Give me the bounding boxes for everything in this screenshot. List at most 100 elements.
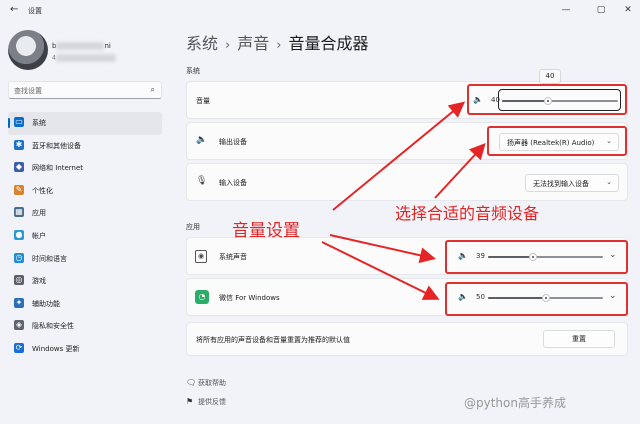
sidebar-item-label: 应用	[32, 209, 46, 218]
account-icon: ●	[14, 229, 24, 240]
microphone-icon: 🎙	[196, 176, 208, 186]
sidebar-item-label: 网络和 Internet	[32, 164, 84, 173]
search-icon[interactable]: ⌕	[151, 85, 155, 95]
sidebar-item-label: 系统	[32, 119, 46, 127]
annotation-select-device: 选择合适的音频设备	[395, 204, 540, 223]
volume-icon[interactable]: 🔈	[458, 251, 468, 260]
sidebar-item-label: 时间和语言	[32, 254, 67, 263]
reset-card: 将所有应用的声音设备和音量重置为推荐的默认值 重置	[186, 322, 628, 356]
sidebar-item[interactable]: ✎ 个性化	[8, 180, 162, 203]
system-section-label: 系统	[186, 67, 200, 75]
app-volume-card-wechat: ◔ 微信 For Windows 🔈 50 ⌄	[186, 278, 628, 316]
watermark: @python高手养成	[464, 396, 566, 410]
sidebar-item[interactable]: ◎ 游戏	[8, 270, 162, 293]
sidebar-item[interactable]: ◆ 网络和 Internet	[8, 157, 162, 180]
windows-update-icon: ⟳	[14, 342, 24, 353]
title-bar: ← 设置 — ▢ ✕	[0, 0, 640, 20]
chevron-down-icon: ⌄	[606, 137, 612, 145]
breadcrumb-separator: ›	[276, 38, 282, 53]
breadcrumb-separator: ›	[225, 38, 231, 53]
app-name: 系统声音	[219, 253, 247, 261]
system-icon: ▭	[14, 117, 24, 127]
app-volume-card-system-sounds: ◉ 系统声音 🔈 39 ⌄	[186, 237, 628, 275]
feedback-icon: ⚑	[186, 397, 194, 406]
close-icon[interactable]: ✕	[618, 3, 638, 17]
reset-description: 将所有应用的声音设备和音量重置为推荐的默认值	[196, 336, 350, 344]
time-language-icon: ◷	[14, 252, 24, 263]
user-email: 4	[52, 54, 116, 62]
app-title: 设置	[28, 7, 42, 15]
output-device-value: 扬声器 (Realtek(R) Audio)	[507, 139, 595, 147]
slider-thumb[interactable]	[544, 97, 553, 105]
sidebar-item[interactable]: ● 帐户	[8, 225, 162, 248]
avatar	[8, 30, 48, 70]
app-volume-slider[interactable]	[488, 252, 603, 262]
expand-chevron-icon[interactable]: ⌄	[609, 291, 617, 301]
sidebar-item-label: 游戏	[32, 277, 46, 286]
sidebar-item[interactable]: ✱ 蓝牙和其他设备	[8, 135, 162, 158]
master-volume-card: 音量 🔈 40	[186, 81, 628, 119]
sidebar-item-label: 辅助功能	[32, 299, 60, 308]
sidebar-item-label: 蓝牙和其他设备	[32, 141, 81, 150]
help-icon: 🗨	[186, 378, 197, 387]
input-device-label: 输入设备	[219, 179, 247, 187]
sidebar-item[interactable]: ✦ 辅助功能	[8, 293, 162, 316]
breadcrumb-system[interactable]: 系统	[186, 34, 218, 53]
privacy-shield-icon: ◈	[14, 320, 24, 331]
app-name: 微信 For Windows	[219, 294, 280, 302]
app-volume-value: 39	[476, 252, 485, 260]
minimize-icon[interactable]: —	[556, 3, 576, 17]
annotation-volume-settings: 音量设置	[232, 221, 300, 241]
volume-icon[interactable]: 🔈	[473, 95, 483, 104]
speaker-device-icon: ◉	[195, 250, 207, 263]
gaming-icon: ◎	[14, 275, 24, 286]
sidebar-item-label: 隐私和安全性	[32, 322, 74, 331]
output-device-card: 🔈 输出设备 扬声器 (Realtek(R) Audio) ⌄	[186, 122, 628, 160]
get-help-link[interactable]: 🗨 获取帮助	[186, 378, 226, 388]
sidebar-item[interactable]: ◈ 隐私和安全性	[8, 315, 162, 338]
app-volume-slider[interactable]	[488, 293, 603, 303]
input-device-card: 🎙 输入设备 无法找到输入设备 ⌄	[186, 163, 628, 201]
output-device-select[interactable]: 扬声器 (Realtek(R) Audio) ⌄	[499, 133, 619, 151]
breadcrumb: 系统 › 声音 › 音量合成器	[186, 30, 368, 54]
master-volume-slider[interactable]	[502, 96, 618, 106]
sidebar-item[interactable]: ⟳ Windows 更新	[8, 338, 162, 361]
accessibility-icon: ✦	[14, 297, 24, 308]
apps-icon: ▦	[14, 207, 24, 218]
expand-chevron-icon[interactable]: ⌄	[609, 250, 617, 260]
bluetooth-icon: ✱	[14, 139, 24, 150]
maximize-icon[interactable]: ▢	[591, 3, 611, 17]
volume-tooltip: 40	[539, 69, 561, 84]
wechat-icon: ◔	[195, 290, 209, 304]
slider-thumb[interactable]	[528, 253, 537, 261]
sidebar-item-label: 帐户	[32, 231, 46, 240]
input-device-value: 无法找到输入设备	[533, 180, 589, 188]
get-help-label: 获取帮助	[198, 379, 226, 387]
sidebar-nav: ▭ 系统 ✱ 蓝牙和其他设备 ◆ 网络和 Internet ✎ 个性化 ▦ 应用 ● 帐户 ◷ 时间和语言…	[8, 112, 162, 361]
sidebar-item-label: Windows 更新	[32, 344, 80, 353]
sidebar-item[interactable]: ▦ 应用	[8, 202, 162, 225]
back-arrow-icon[interactable]: ←	[10, 4, 18, 15]
output-device-label: 输出设备	[219, 138, 247, 146]
feedback-link[interactable]: ⚑ 提供反馈	[186, 397, 226, 407]
sidebar-item-label: 个性化	[32, 186, 53, 195]
slider-thumb[interactable]	[541, 294, 550, 302]
app-volume-value: 50	[476, 293, 485, 301]
page-title: 音量合成器	[288, 34, 369, 53]
search-input[interactable]: 查找设置 ⌕	[8, 81, 162, 99]
sidebar-item[interactable]: ◷ 时间和语言	[8, 248, 162, 271]
feedback-label: 提供反馈	[198, 398, 226, 406]
speaker-icon: 🔈	[196, 135, 208, 145]
search-placeholder: 查找设置	[14, 87, 42, 95]
master-volume-value: 40	[491, 96, 500, 104]
user-name: b ni	[52, 42, 111, 50]
personalization-icon: ✎	[14, 184, 24, 195]
volume-icon[interactable]: 🔈	[458, 292, 468, 301]
master-volume-label: 音量	[196, 97, 210, 105]
sidebar-item[interactable]: ▭ 系统	[8, 112, 162, 135]
reset-button[interactable]: 重置	[543, 330, 615, 348]
input-device-select[interactable]: 无法找到输入设备 ⌄	[525, 174, 619, 192]
network-icon: ◆	[14, 162, 24, 173]
apps-section-label: 应用	[186, 223, 200, 231]
breadcrumb-sound[interactable]: 声音	[237, 34, 269, 53]
